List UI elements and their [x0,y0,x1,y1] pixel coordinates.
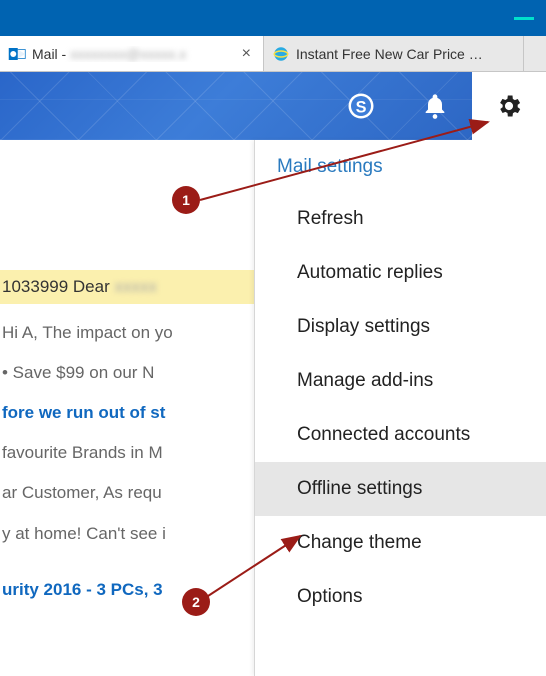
callout-1: 1 [172,186,200,214]
callout-2: 2 [182,588,210,616]
annotation-arrows [0,0,546,676]
